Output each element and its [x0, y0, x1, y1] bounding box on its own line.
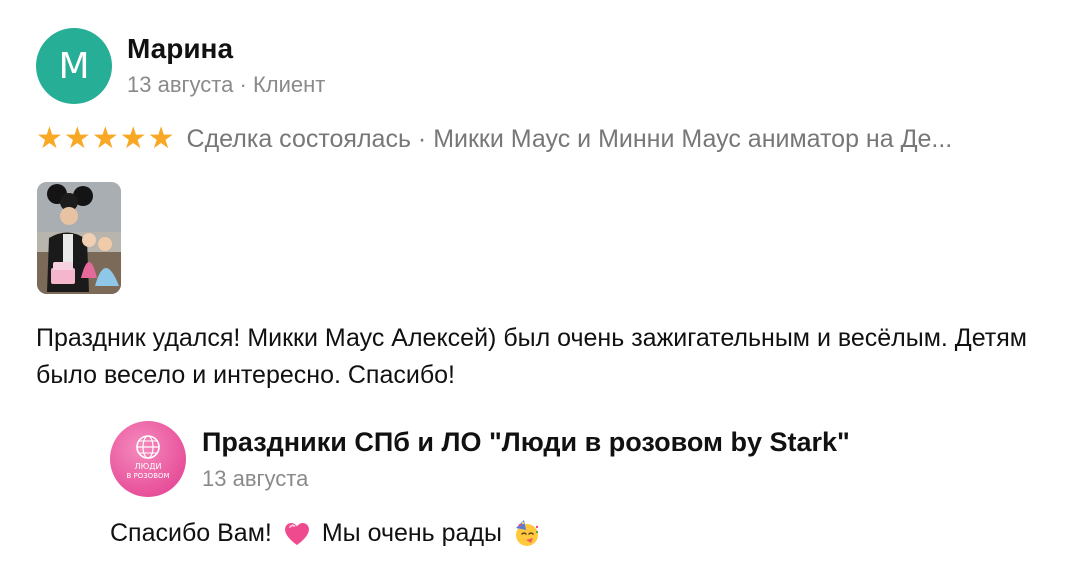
review-photo[interactable]	[37, 182, 121, 294]
business-logo[interactable]: ЛЮДИ В РОЗОВОМ	[110, 421, 186, 497]
author-avatar[interactable]: М	[36, 28, 112, 104]
business-name[interactable]: Праздники СПб и ЛО "Люди в розовом by St…	[202, 427, 850, 458]
reply-text-part2: Мы очень рады	[321, 518, 503, 547]
svg-text:В РОЗОВОМ: В РОЗОВОМ	[126, 472, 169, 480]
photo-image-icon	[37, 182, 121, 294]
globe-logo-icon: ЛЮДИ В РОЗОВОМ	[126, 435, 170, 480]
review-text: Праздник удался! Микки Маус Алексей) был…	[36, 324, 1027, 389]
star-icon: ★	[63, 121, 91, 156]
meta-separator: ·	[239, 72, 247, 97]
review-meta: 13 августа · Клиент	[127, 72, 325, 98]
review-date: 13 августа	[127, 72, 234, 97]
rating-stars: ★ ★ ★ ★ ★	[36, 124, 175, 154]
reply-date: 13 августа	[202, 466, 309, 491]
reply-text: Спасибо Вам! Мы очень рады	[110, 518, 552, 548]
deal-description[interactable]: Сделка состоялась · Микки Маус и Минни М…	[187, 125, 1076, 154]
svg-text:ЛЮДИ: ЛЮДИ	[135, 462, 162, 471]
star-icon: ★	[91, 121, 119, 156]
avatar-initial: М	[58, 45, 90, 87]
star-icon: ★	[147, 121, 175, 156]
review-card: М Марина 13 августа · Клиент ★ ★ ★ ★ ★ С…	[0, 0, 1090, 583]
reply-text-part1: Спасибо Вам!	[110, 518, 272, 547]
author-role: Клиент	[252, 72, 326, 97]
rating-row: ★ ★ ★ ★ ★ Сделка состоялась · Микки Маус…	[36, 124, 1076, 154]
star-icon: ★	[119, 121, 147, 156]
author-name[interactable]: Марина	[127, 33, 233, 65]
pink-heart-icon	[284, 522, 309, 545]
party-face-icon	[516, 520, 539, 546]
star-icon: ★	[36, 121, 63, 156]
